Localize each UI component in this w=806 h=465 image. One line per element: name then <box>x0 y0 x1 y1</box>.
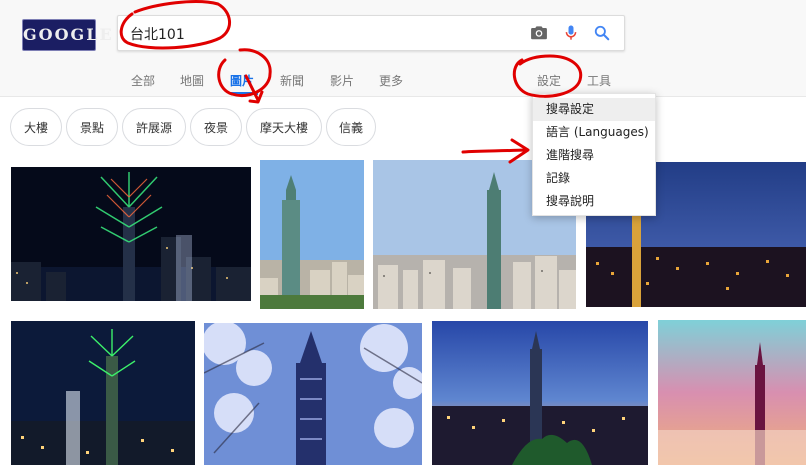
tab-more[interactable]: 更多 <box>379 72 403 89</box>
active-tab-indicator <box>230 92 258 95</box>
tab-news[interactable]: 新聞 <box>280 72 304 89</box>
image-result[interactable] <box>260 160 364 309</box>
header: GOOGLE 全部 地圖 圖片 新聞 影片 更多 設定 工具 <box>0 0 806 97</box>
search-icon[interactable] <box>592 23 612 43</box>
google-doodle-logo[interactable]: GOOGLE <box>22 19 114 51</box>
chip-building[interactable]: 大樓 <box>10 108 62 146</box>
tools-button[interactable]: 工具 <box>587 72 611 89</box>
settings-button[interactable]: 設定 <box>537 72 561 89</box>
menu-item-history[interactable]: 記錄 <box>533 167 655 190</box>
image-result[interactable] <box>204 323 422 465</box>
menu-item-search-settings[interactable]: 搜尋設定 <box>533 98 655 121</box>
logo-text: GOOGLE <box>23 25 114 44</box>
microphone-icon[interactable] <box>561 23 581 43</box>
chip-attractions[interactable]: 景點 <box>66 108 118 146</box>
tab-images[interactable]: 圖片 <box>230 72 254 89</box>
chip-night-view[interactable]: 夜景 <box>190 108 242 146</box>
menu-item-languages[interactable]: 語言 (Languages) <box>533 121 655 144</box>
related-chips: 大樓 景點 許展源 夜景 摩天大樓 信義 <box>0 108 806 150</box>
image-result[interactable] <box>658 320 806 465</box>
image-result[interactable] <box>11 321 195 465</box>
image-result[interactable] <box>11 167 251 301</box>
search-box[interactable] <box>117 15 625 51</box>
tab-videos[interactable]: 影片 <box>330 72 354 89</box>
menu-item-advanced-search[interactable]: 進階搜尋 <box>533 144 655 167</box>
chip-xinyi[interactable]: 信義 <box>326 108 376 146</box>
chip-photographer[interactable]: 許展源 <box>122 108 186 146</box>
settings-dropdown-menu: 搜尋設定 語言 (Languages) 進階搜尋 記錄 搜尋說明 <box>532 93 656 216</box>
image-result[interactable] <box>432 321 648 465</box>
menu-item-search-help[interactable]: 搜尋說明 <box>533 190 655 213</box>
tab-maps[interactable]: 地圖 <box>180 72 204 89</box>
search-input[interactable] <box>128 22 522 46</box>
tab-all[interactable]: 全部 <box>131 72 155 89</box>
camera-icon[interactable] <box>529 23 549 43</box>
search-tabs: 全部 地圖 圖片 新聞 影片 更多 設定 工具 <box>0 68 806 96</box>
chip-skyscraper[interactable]: 摩天大樓 <box>246 108 322 146</box>
